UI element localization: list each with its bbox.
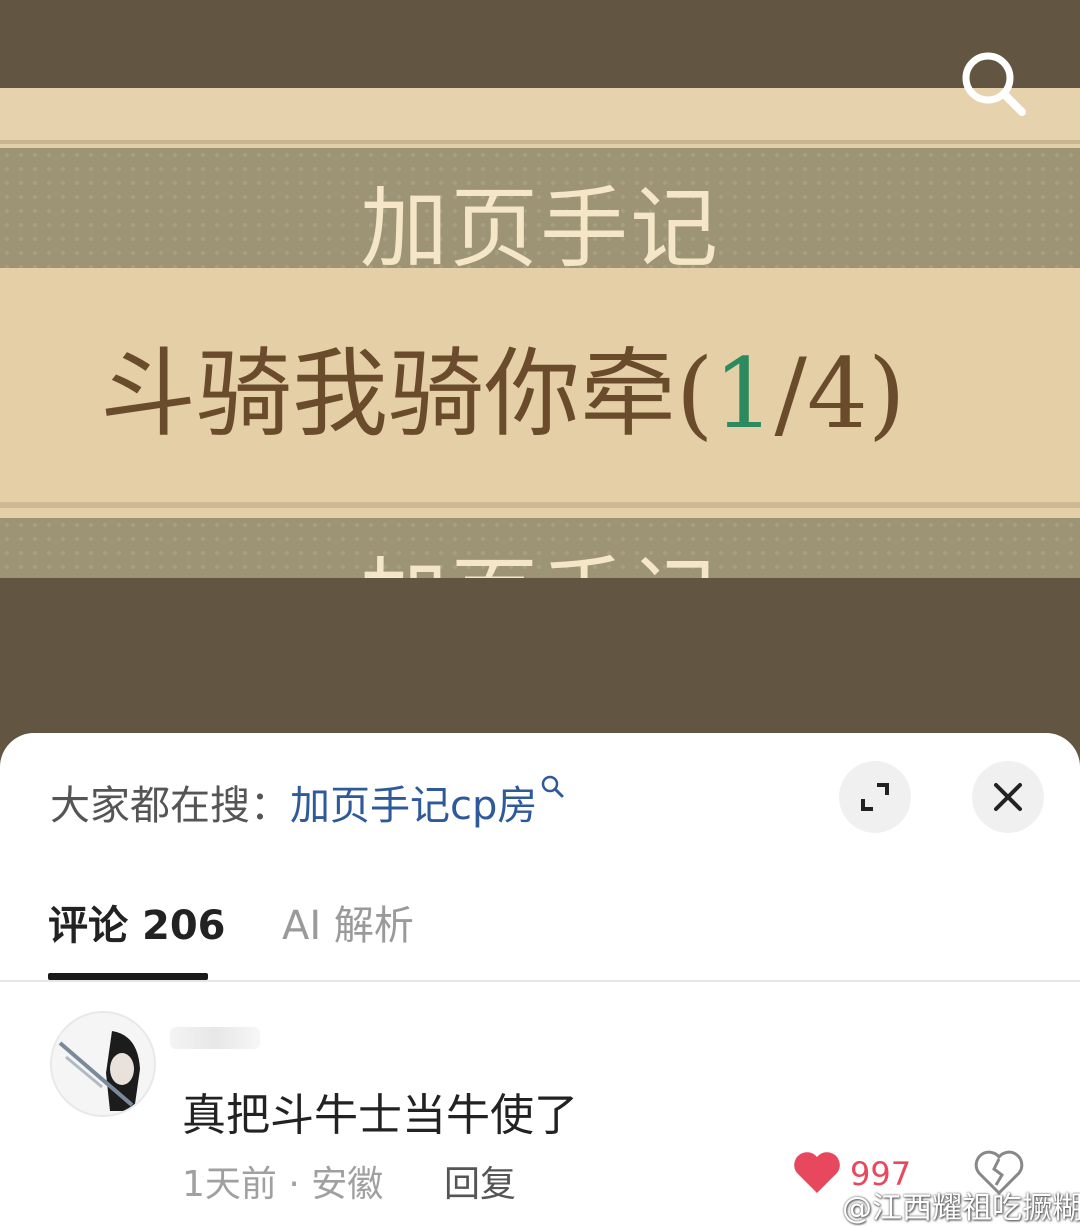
avatar-illustration	[52, 1013, 154, 1115]
watermark: @江西耀祖吃撅糊	[812, 1183, 1080, 1226]
expand-icon	[861, 783, 889, 811]
image-band	[0, 88, 1080, 144]
comment-text: 真把斗牛士当牛使了	[182, 1090, 578, 1141]
divider	[0, 980, 1080, 982]
trending-search-link[interactable]: 加页手记cp房	[290, 783, 537, 829]
image-main-suffix: /4)	[774, 338, 906, 450]
username-blurred	[170, 1027, 260, 1049]
search-button[interactable]	[956, 46, 1032, 122]
image-title-bottom: 加页手记	[0, 528, 1080, 578]
watermark-text: @江西耀祖吃撅糊	[842, 1191, 1080, 1226]
search-icon	[542, 775, 564, 798]
weibo-icon	[812, 1199, 841, 1221]
comment-meta: 1天前 · 安徽	[182, 1164, 384, 1205]
image-main-highlight: 1	[713, 338, 775, 450]
tab-comments[interactable]: 评论 206	[48, 893, 226, 951]
tab-ai-analysis[interactable]: AI 解析	[282, 893, 414, 951]
media-viewer: 加页手记 斗骑我骑你牵(1/4) 加页手记	[0, 0, 1080, 740]
reply-button[interactable]: 回复	[444, 1155, 516, 1207]
expand-button[interactable]	[839, 761, 911, 833]
tab-comments-count: 206	[142, 903, 226, 949]
game-screenshot: 加页手记 斗骑我骑你牵(1/4) 加页手记	[0, 88, 1080, 578]
search-icon	[962, 52, 1026, 116]
comment-item: 真把斗牛士当牛使了 1天前 · 安徽 回复 997 @江西耀祖吃撅糊	[0, 983, 1080, 1226]
comments-sheet: 大家都在搜：加页手记cp房 评论 206 AI 解析 真把斗牛士当牛使了 1天前…	[0, 733, 1080, 1226]
close-icon	[994, 783, 1022, 811]
image-main-text: 斗骑我骑你牵(1/4)	[100, 316, 905, 455]
image-title-top: 加页手记	[359, 177, 720, 280]
trending-search-label: 大家都在搜：	[50, 783, 290, 829]
active-tab-indicator	[48, 973, 208, 980]
image-main-prefix: 斗骑我骑你牵(	[100, 338, 714, 450]
avatar[interactable]	[50, 1011, 156, 1117]
trending-search: 大家都在搜：加页手记cp房	[50, 773, 565, 831]
tab-comments-label: 评论	[48, 903, 128, 949]
close-button[interactable]	[972, 761, 1044, 833]
